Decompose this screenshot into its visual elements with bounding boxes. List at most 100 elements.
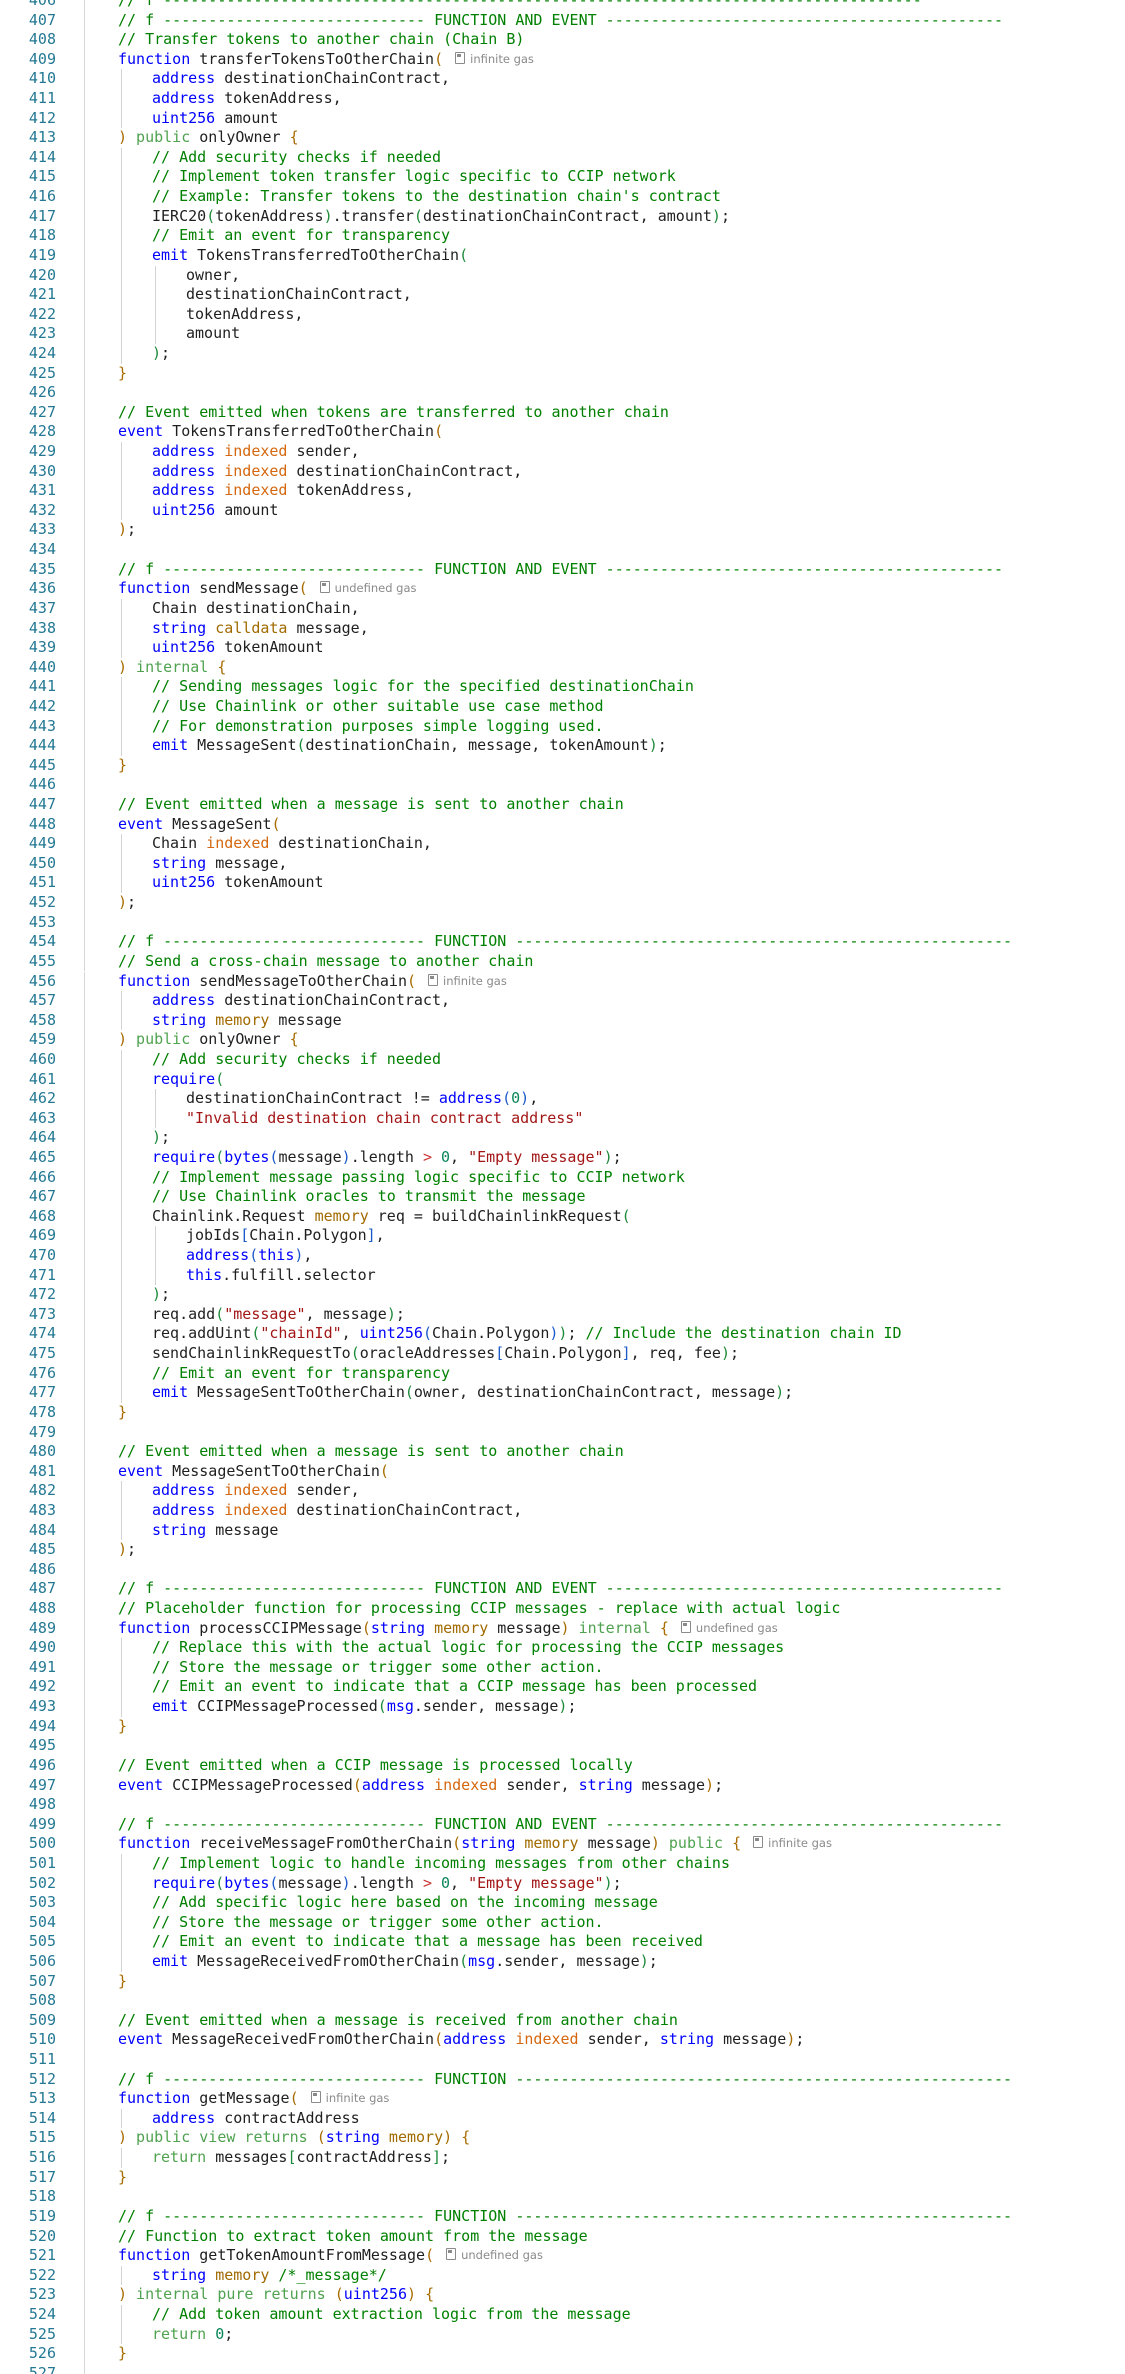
code-line[interactable]: 448 event MessageSent( <box>0 814 1125 835</box>
code-line[interactable]: 461 require( <box>0 1069 1125 1090</box>
code-line[interactable]: 446 <box>0 775 1125 795</box>
code-line[interactable]: 488 // Placeholder function for processin… <box>0 1599 1125 1619</box>
code-line[interactable]: 452); <box>0 893 1125 913</box>
code-line[interactable]: 425} <box>0 363 1125 384</box>
code-line[interactable]: 457 address destinationChainContract, <box>0 991 1125 1011</box>
code-line[interactable]: 484 string message <box>0 1520 1125 1541</box>
code-line[interactable]: 451 uint256 tokenAmount <box>0 873 1125 894</box>
code-line[interactable]: 434 <box>0 540 1125 560</box>
code-line[interactable]: 437 Chain destinationChain, <box>0 598 1125 619</box>
code-line[interactable]: 417 IERC20(tokenAddress).transfer(destina… <box>0 206 1125 227</box>
code-line[interactable]: 460 // Add security checks if needed <box>0 1049 1125 1070</box>
code-line[interactable]: 420 owner, <box>0 265 1125 286</box>
code-line[interactable]: 478} <box>0 1402 1125 1423</box>
code-line[interactable]: 511 <box>0 2050 1125 2070</box>
code-line[interactable]: 467 // Use Chainlink oracles to transmit … <box>0 1187 1125 1207</box>
code-line[interactable]: 502 require(bytes(message).length > 0, "E… <box>0 1873 1125 1894</box>
code-line[interactable]: 476 // Emit an event for transparency <box>0 1363 1125 1384</box>
code-line[interactable]: 513 function getMessage(infinite gas <box>0 2089 1125 2109</box>
code-line[interactable]: 408 // Transfer tokens to another chain (… <box>0 30 1125 50</box>
code-line[interactable]: 468 Chainlink.Request memory req = buildC… <box>0 1206 1125 1227</box>
code-line[interactable]: 412 uint256 amount <box>0 108 1125 129</box>
code-line[interactable]: 519 // f ----------------------------- FU… <box>0 2206 1125 2227</box>
code-line[interactable]: 474 req.addUint("chainId", uint256(Chain.… <box>0 1324 1125 1345</box>
code-line[interactable]: 526} <box>0 2344 1125 2364</box>
code-line[interactable]: 435 // f ----------------------------- FU… <box>0 559 1125 580</box>
code-line[interactable]: 486 <box>0 1559 1125 1580</box>
code-line[interactable]: 503 // Add specific logic here based on t… <box>0 1893 1125 1913</box>
code-line[interactable]: 466 // Implement message passing logic sp… <box>0 1167 1125 1188</box>
code-line[interactable]: 438 string calldata message, <box>0 618 1125 639</box>
code-line[interactable]: 440) internal { <box>0 657 1125 678</box>
code-line[interactable]: 419 emit TokensTransferredToOtherChain( <box>0 245 1125 266</box>
code-line[interactable]: 416 // Example: Transfer tokens to the de… <box>0 187 1125 207</box>
code-line[interactable]: 430 address indexed destinationChainContr… <box>0 461 1125 482</box>
code-line[interactable]: 429 address indexed sender, <box>0 442 1125 462</box>
code-line[interactable]: 427 // Event emitted when tokens are tran… <box>0 402 1125 423</box>
code-line[interactable]: 423 amount <box>0 324 1125 344</box>
code-line[interactable]: 501 // Implement logic to handle incoming… <box>0 1853 1125 1874</box>
code-line[interactable]: 510 event MessageReceivedFromOtherChain(a… <box>0 2030 1125 2051</box>
code-line[interactable]: 523) internal pure returns (uint256) { <box>0 2285 1125 2305</box>
code-line[interactable]: 449 Chain indexed destinationChain, <box>0 834 1125 854</box>
code-line[interactable]: 508 <box>0 1991 1125 2011</box>
code-line[interactable]: 459) public onlyOwner { <box>0 1030 1125 1050</box>
code-line[interactable]: 483 address indexed destinationChainContr… <box>0 1500 1125 1521</box>
code-line[interactable]: 443 // For demonstration purposes simple … <box>0 716 1125 737</box>
code-line[interactable]: 472); <box>0 1285 1125 1305</box>
code-line[interactable]: 463 "Invalid destination chain contract a… <box>0 1108 1125 1129</box>
code-line[interactable]: 494} <box>0 1716 1125 1737</box>
code-line[interactable]: 492 // Emit an event to indicate that a C… <box>0 1677 1125 1698</box>
code-line[interactable]: 518 <box>0 2187 1125 2207</box>
code-line[interactable]: 447 // Event emitted when a message is se… <box>0 795 1125 815</box>
code-line[interactable]: 421 destinationChainContract, <box>0 285 1125 305</box>
code-line[interactable]: 409 function transferTokensToOtherChain(i… <box>0 49 1125 70</box>
code-line[interactable]: 496 // Event emitted when a CCIP message … <box>0 1755 1125 1776</box>
code-line[interactable]: 414 // Add security checks if needed <box>0 147 1125 168</box>
code-line[interactable]: 497 event CCIPMessageProcessed(address in… <box>0 1775 1125 1796</box>
code-line[interactable]: 505 // Emit an event to indicate that a m… <box>0 1932 1125 1952</box>
code-line[interactable]: 454 // f ----------------------------- FU… <box>0 932 1125 952</box>
code-line[interactable]: 464); <box>0 1128 1125 1148</box>
code-line[interactable]: 428 event TokensTransferredToOtherChain( <box>0 422 1125 443</box>
code-line[interactable]: 480 // Event emitted when a message is se… <box>0 1442 1125 1462</box>
code-line[interactable]: 487 // f ----------------------------- FU… <box>0 1579 1125 1600</box>
code-line[interactable]: 477 emit MessageSentToOtherChain(owner, d… <box>0 1383 1125 1403</box>
code-line[interactable]: 470 address(this), <box>0 1246 1125 1266</box>
code-line[interactable]: 481 event MessageSentToOtherChain( <box>0 1461 1125 1482</box>
code-line[interactable]: 517} <box>0 2167 1125 2188</box>
code-line[interactable]: 506 emit MessageReceivedFromOtherChain(ms… <box>0 1952 1125 1972</box>
code-line[interactable]: 509 // Event emitted when a message is re… <box>0 2010 1125 2031</box>
code-line[interactable]: 473 req.add("message", message); <box>0 1304 1125 1325</box>
code-line[interactable]: 515) public view returns (string memory)… <box>0 2128 1125 2149</box>
code-line[interactable]: 471 this.fulfill.selector <box>0 1265 1125 1286</box>
code-line[interactable]: 433); <box>0 520 1125 541</box>
code-line[interactable]: 490 // Replace this with the actual logic… <box>0 1638 1125 1658</box>
code-line[interactable]: 475 sendChainlinkRequestTo(oracleAddresse… <box>0 1344 1125 1364</box>
code-line[interactable]: 422 tokenAddress, <box>0 304 1125 325</box>
code-line[interactable]: 458 string memory message <box>0 1010 1125 1031</box>
code-line[interactable]: 491 // Store the message or trigger some … <box>0 1657 1125 1678</box>
code-line[interactable]: 507} <box>0 1971 1125 1992</box>
code-line[interactable]: 498 <box>0 1795 1125 1815</box>
code-line[interactable]: 445} <box>0 755 1125 776</box>
code-line[interactable]: 493 emit CCIPMessageProcessed(msg.sender,… <box>0 1697 1125 1717</box>
code-line[interactable]: 418 // Emit an event for transparency <box>0 226 1125 246</box>
code-line[interactable]: 469 jobIds[Chain.Polygon], <box>0 1226 1125 1247</box>
code-line[interactable]: 520 // Function to extract token amount f… <box>0 2226 1125 2247</box>
code-line[interactable]: 499 // f ----------------------------- FU… <box>0 1814 1125 1835</box>
code-line[interactable]: 514 address contractAddress <box>0 2108 1125 2129</box>
code-line[interactable]: 410 address destinationChainContract, <box>0 69 1125 90</box>
code-line[interactable]: 455 // Send a cross-chain message to anot… <box>0 951 1125 972</box>
code-line[interactable]: 424); <box>0 343 1125 364</box>
code-line[interactable]: 495 <box>0 1736 1125 1756</box>
code-line[interactable]: 436 function sendMessage(undefined gas <box>0 579 1125 599</box>
code-line[interactable]: 441 // Sending messages logic for the spe… <box>0 677 1125 697</box>
code-line[interactable]: 407 // f ----------------------------- FU… <box>0 10 1125 31</box>
code-line[interactable]: 504 // Store the message or trigger some … <box>0 1912 1125 1933</box>
code-line[interactable]: 462 destinationChainContract != address(0… <box>0 1089 1125 1109</box>
code-line[interactable]: 482 address indexed sender, <box>0 1481 1125 1501</box>
code-line[interactable]: 465 require(bytes(message).length > 0, "E… <box>0 1147 1125 1168</box>
code-line[interactable]: 411 address tokenAddress, <box>0 89 1125 109</box>
code-line[interactable]: 500 function receiveMessageFromOtherChain… <box>0 1834 1125 1854</box>
